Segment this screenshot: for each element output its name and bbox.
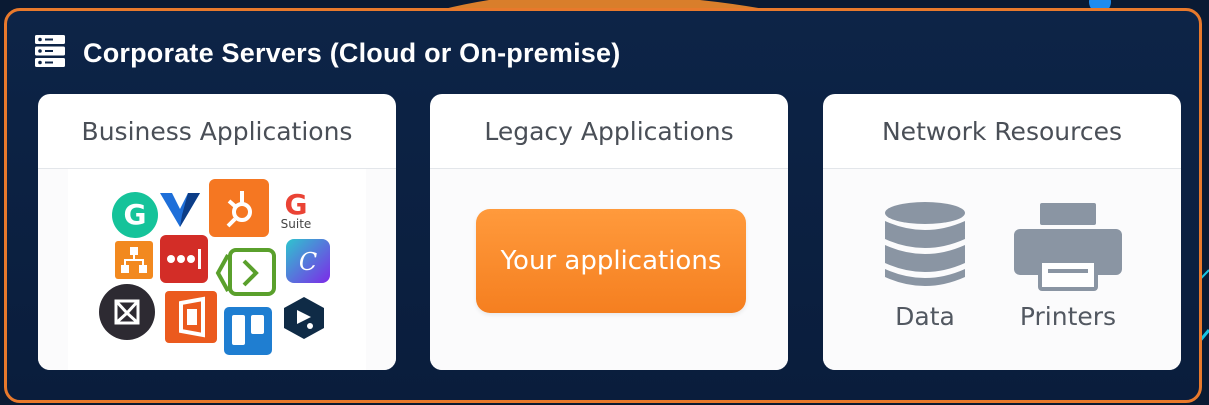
gsuite-caption: Suite [280, 217, 312, 231]
deepl-logo [282, 295, 326, 341]
panel-header: Corporate Servers (Cloud or On-premise) [35, 33, 620, 73]
office-logo [165, 291, 217, 343]
data-label: Data [895, 302, 955, 331]
gsuite-logo: G Suite [278, 187, 314, 233]
card-body: G G Suite C [38, 169, 396, 370]
printers-resource[interactable]: Printers [1013, 203, 1123, 331]
svg-text:C: C [299, 248, 317, 276]
network-resources-card: Network Resources Data Printers [823, 94, 1181, 370]
legacy-applications-card: Legacy Applications Your applications [430, 94, 788, 370]
printers-label: Printers [1019, 302, 1117, 331]
card-body: Data Printers [823, 169, 1181, 370]
svg-text:G: G [124, 198, 147, 231]
app-logo-cluster: G G Suite C [68, 169, 366, 370]
veeva-logo [158, 189, 202, 229]
svg-text:G: G [285, 189, 308, 219]
database-icon [883, 202, 967, 295]
your-applications-button[interactable]: Your applications [476, 209, 746, 313]
card-title: Business Applications [38, 94, 396, 169]
lucidchart-logo [115, 241, 153, 279]
server-icon [35, 34, 65, 72]
lastpass-logo [160, 235, 208, 283]
printer-icon [1014, 203, 1122, 295]
card-title: Network Resources [823, 94, 1181, 169]
grammarly-logo: G [111, 191, 159, 239]
panel-title: Corporate Servers (Cloud or On-premise) [83, 37, 621, 68]
card-body: Your applications [430, 169, 788, 370]
hubspot-logo [209, 179, 269, 237]
card-title: Legacy Applications [430, 94, 788, 169]
business-applications-card: Business Applications G G Suite C [38, 94, 396, 370]
data-resource[interactable]: Data [875, 201, 975, 331]
canva-logo: C [286, 239, 330, 283]
miro-logo [98, 283, 156, 341]
trello-logo [224, 307, 272, 355]
codeanywhere-logo [214, 247, 280, 299]
